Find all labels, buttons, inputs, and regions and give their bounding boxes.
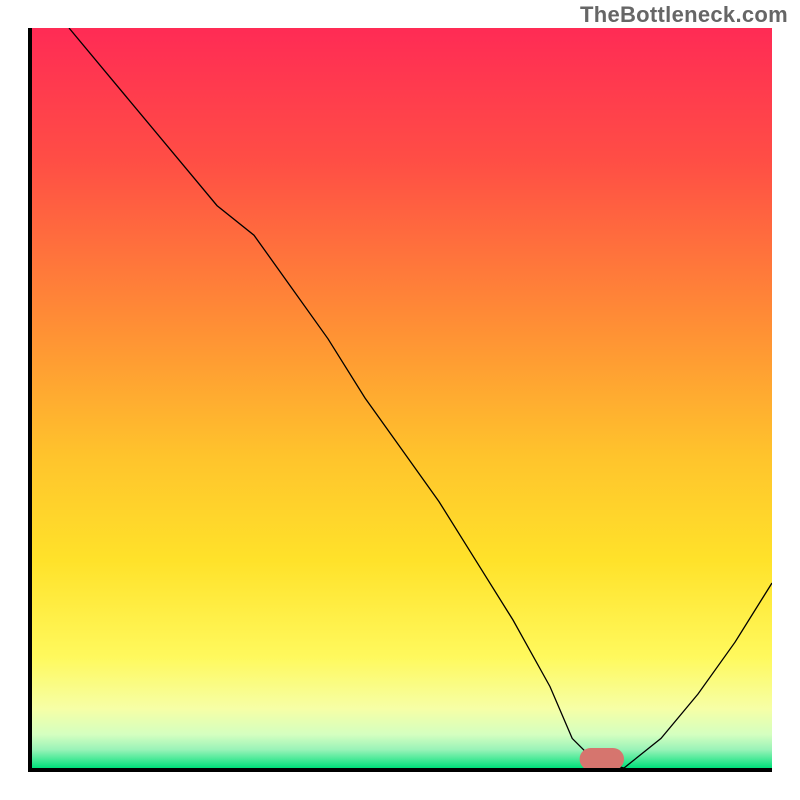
chart-frame: TheBottleneck.com — [0, 0, 800, 800]
plot-svg — [32, 28, 772, 768]
plot-area — [28, 28, 772, 772]
optimal-marker — [583, 752, 620, 767]
watermark-text: TheBottleneck.com — [580, 2, 788, 28]
gradient-background — [32, 28, 772, 768]
